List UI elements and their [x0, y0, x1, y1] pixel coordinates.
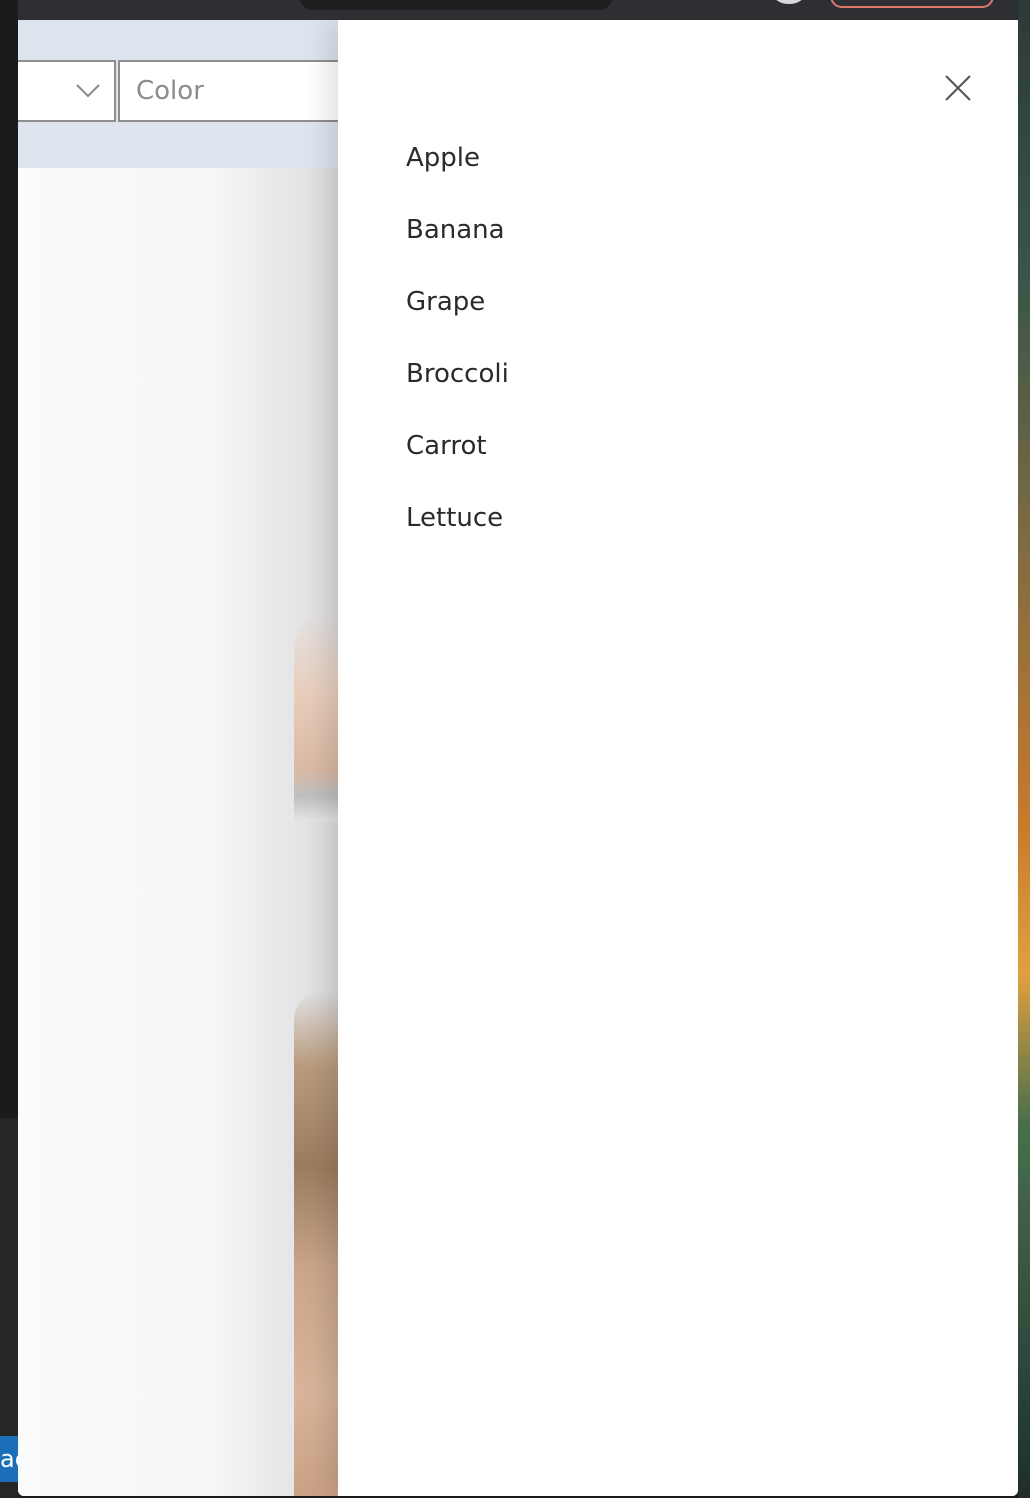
filter-select[interactable] [18, 60, 116, 122]
header-action-button[interactable] [830, 0, 994, 8]
address-bar[interactable] [300, 0, 612, 10]
menu-item-broccoli[interactable]: Broccoli [406, 354, 509, 426]
desktop-wallpaper-strip [1018, 0, 1030, 1498]
color-filter-input[interactable] [118, 60, 348, 122]
os-taskbar-tab[interactable]: ac [0, 1436, 18, 1482]
menu-item-lettuce[interactable]: Lettuce [406, 498, 509, 570]
chevron-down-icon [76, 84, 100, 98]
os-left-edge: ac [0, 0, 18, 1498]
menu-item-grape[interactable]: Grape [406, 282, 509, 354]
filter-bar [18, 20, 348, 168]
menu-item-carrot[interactable]: Carrot [406, 426, 509, 498]
profile-avatar[interactable] [774, 0, 804, 4]
drawer-menu: Apple Banana Grape Broccoli Carrot Lettu… [406, 138, 509, 570]
page-viewport: Apple Banana Grape Broccoli Carrot Lettu… [18, 20, 1018, 1496]
menu-item-banana[interactable]: Banana [406, 210, 509, 282]
side-drawer: Apple Banana Grape Broccoli Carrot Lettu… [338, 20, 1018, 1496]
menu-item-apple[interactable]: Apple [406, 138, 509, 210]
product-image [294, 990, 338, 1496]
browser-top-bar [18, 0, 1018, 21]
product-image [294, 610, 338, 822]
close-icon[interactable] [940, 70, 976, 106]
page-background [18, 20, 338, 1496]
